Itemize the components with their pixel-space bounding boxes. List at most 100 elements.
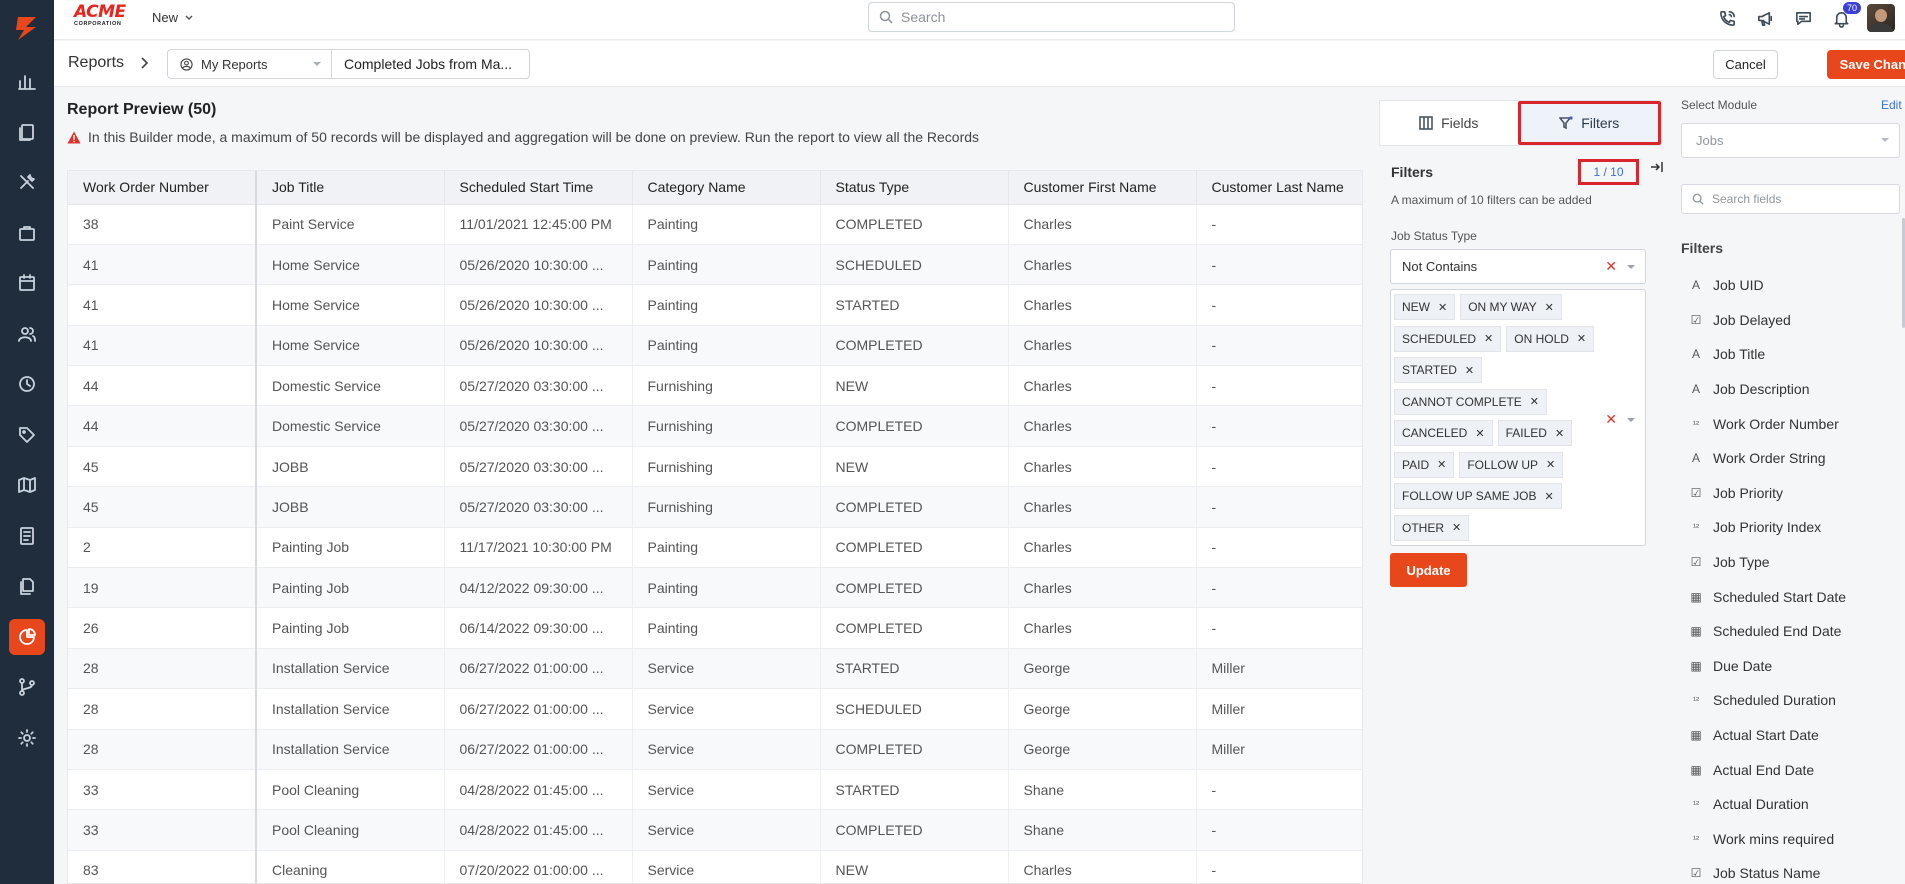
remove-tag-icon[interactable]: ✕ (1452, 521, 1461, 534)
sidebar-item-workflow[interactable] (0, 662, 54, 713)
sidebar-item-calendar[interactable] (0, 258, 54, 309)
table-row[interactable]: 2 Painting Job 11/17/2021 10:30:00 PM Paint… (68, 527, 1362, 569)
table-row[interactable]: 33 Pool Cleaning 04/28/2022 01:45:00 ... Se… (68, 809, 1362, 851)
module-select[interactable]: Jobs (1681, 123, 1900, 158)
remove-tag-icon[interactable]: ✕ (1530, 395, 1539, 408)
notifications-button[interactable]: 70 (1829, 2, 1861, 30)
sidebar-item-tags[interactable] (0, 410, 54, 461)
remove-tag-icon[interactable]: ✕ (1438, 301, 1447, 314)
table-cell: 44 (68, 365, 257, 407)
search-fields-input[interactable] (1712, 192, 1892, 206)
field-list-item[interactable]: ▦ Scheduled Start Date (1681, 579, 1900, 614)
sidebar-item-users[interactable] (0, 309, 54, 360)
field-list-item[interactable]: A Job Description (1681, 372, 1900, 407)
field-search[interactable] (1681, 184, 1900, 214)
table-row[interactable]: 45 JOBB 05/27/2020 03:30:00 ... Furnishing N… (68, 446, 1362, 488)
sidebar-item-clock[interactable] (0, 359, 54, 410)
field-list-item[interactable]: ¹² Job Priority Index (1681, 510, 1900, 545)
app-logo-icon[interactable] (0, 0, 54, 56)
chat-button[interactable] (1791, 6, 1815, 30)
column-header[interactable]: Category Name (632, 171, 821, 205)
remove-tag-icon[interactable]: ✕ (1555, 427, 1564, 440)
table-row[interactable]: 45 JOBB 05/27/2020 03:30:00 ... Furnishing C… (68, 486, 1362, 528)
table-row[interactable]: 26 Painting Job 06/14/2022 09:30:00 ... Pai… (68, 607, 1362, 649)
table-cell: Service (632, 729, 821, 770)
table-row[interactable]: 19 Painting Job 04/12/2022 09:30:00 ... Pai… (68, 567, 1362, 609)
remove-tag-icon[interactable]: ✕ (1577, 332, 1586, 345)
cancel-button[interactable]: Cancel (1713, 50, 1778, 79)
clear-all-icon[interactable]: ✕ (1605, 411, 1617, 428)
sidebar-item-reports[interactable] (0, 612, 54, 663)
table-row[interactable]: 33 Pool Cleaning 04/28/2022 01:45:00 ... Se… (68, 769, 1362, 811)
table-row[interactable]: 41 Home Service 05/26/2020 10:30:00 ... Pai… (68, 284, 1362, 326)
column-header[interactable]: Customer First Name (1008, 171, 1197, 205)
search-input[interactable] (901, 9, 1201, 25)
field-list-item[interactable]: A Work Order String (1681, 441, 1900, 476)
remove-tag-icon[interactable]: ✕ (1545, 301, 1554, 314)
field-list-item[interactable]: A Job UID (1681, 268, 1900, 303)
sidebar-item-map[interactable] (0, 460, 54, 511)
remove-tag-icon[interactable]: ✕ (1544, 490, 1553, 503)
sidebar-item-files[interactable] (0, 561, 54, 612)
chevron-down-icon[interactable] (1627, 265, 1635, 269)
global-search[interactable] (868, 2, 1235, 32)
sidebar-item-tools[interactable] (0, 157, 54, 208)
table-row[interactable]: 28 Installation Service 06/27/2022 01:00:0… (68, 648, 1362, 690)
field-list-item[interactable]: ☑ Job Priority (1681, 476, 1900, 511)
sidebar-item-invoices[interactable] (0, 511, 54, 562)
sidebar-item-briefcase[interactable] (0, 208, 54, 259)
avatar[interactable] (1867, 4, 1895, 32)
collapse-panel-icon[interactable] (1650, 160, 1664, 176)
filter-values-multiselect[interactable]: ✕ NEW ✕ ON MY WAY ✕ SCHEDULED ✕ ON HOLD ✕ STARTE… (1390, 289, 1646, 546)
edit-link[interactable]: Edit (1881, 98, 1902, 112)
table-row[interactable]: 83 Cleaning 07/20/2022 01:00:00 ... Service… (68, 850, 1362, 883)
field-list-item[interactable]: A Job Title (1681, 337, 1900, 372)
column-header[interactable]: Customer Last Name (1196, 171, 1362, 205)
breadcrumb-reports[interactable]: Reports (68, 54, 124, 72)
remove-tag-icon[interactable]: ✕ (1484, 332, 1493, 345)
brand-logo[interactable]: ACME CORPORATION (74, 3, 134, 31)
field-list-item[interactable]: ▦ Actual Start Date (1681, 718, 1900, 753)
clear-icon[interactable]: ✕ (1605, 258, 1617, 275)
field-list-item[interactable]: ¹² Actual Duration (1681, 787, 1900, 822)
update-button[interactable]: Update (1390, 553, 1467, 587)
phone-button[interactable] (1715, 6, 1739, 30)
table-row[interactable]: 44 Domestic Service 05/27/2020 03:30:00 ..… (68, 405, 1362, 447)
table-row[interactable]: 41 Home Service 05/26/2020 10:30:00 ... Pai… (68, 244, 1362, 286)
field-list-item[interactable]: ☑ Job Type (1681, 545, 1900, 580)
column-header[interactable]: Work Order Number (68, 171, 257, 205)
filter-operator-select[interactable]: Not Contains ✕ (1390, 249, 1646, 284)
table-row[interactable]: 44 Domestic Service 05/27/2020 03:30:00 ..… (68, 365, 1362, 407)
table-row[interactable]: 28 Installation Service 06/27/2022 01:00:0… (68, 688, 1362, 730)
table-cell: 38 (68, 204, 257, 245)
remove-tag-icon[interactable]: ✕ (1437, 458, 1446, 471)
new-menu[interactable]: New (152, 10, 194, 25)
column-header[interactable]: Status Type (820, 171, 1009, 205)
tab-fields[interactable]: Fields (1380, 101, 1518, 145)
field-list-item[interactable]: ☑ Job Delayed (1681, 303, 1900, 338)
column-header[interactable]: Scheduled Start Time (444, 171, 633, 205)
table-row[interactable]: 41 Home Service 05/26/2020 10:30:00 ... Pai… (68, 325, 1362, 367)
remove-tag-icon[interactable]: ✕ (1475, 427, 1484, 440)
field-list-item[interactable]: ▦ Actual End Date (1681, 752, 1900, 787)
report-folder-select[interactable]: My Reports (167, 49, 332, 79)
field-list-item[interactable]: ▦ Due Date (1681, 649, 1900, 684)
table-row[interactable]: 28 Installation Service 06/27/2022 01:00:0… (68, 729, 1362, 770)
field-list-item[interactable]: ¹² Work mins required (1681, 822, 1900, 857)
announcements-button[interactable] (1753, 6, 1777, 30)
sidebar-item-dashboard[interactable] (0, 56, 54, 107)
column-header[interactable]: Job Title (256, 171, 445, 205)
report-name-field[interactable]: Completed Jobs from Ma... (331, 49, 530, 79)
field-list-item[interactable]: ¹² Work Order Number (1681, 406, 1900, 441)
field-list-item[interactable]: ¹² Scheduled Duration (1681, 683, 1900, 718)
chevron-down-icon[interactable] (1627, 418, 1635, 422)
remove-tag-icon[interactable]: ✕ (1546, 458, 1555, 471)
field-list-item[interactable]: ☑ Job Status Name (1681, 856, 1900, 884)
sidebar-item-documents[interactable] (0, 107, 54, 158)
tab-filters[interactable]: Filters (1517, 101, 1661, 145)
field-list-item[interactable]: ▦ Scheduled End Date (1681, 614, 1900, 649)
sidebar-item-settings[interactable] (0, 713, 54, 764)
remove-tag-icon[interactable]: ✕ (1465, 364, 1474, 377)
table-row[interactable]: 38 Paint Service 11/01/2021 12:45:00 PM Pai… (68, 204, 1362, 245)
save-changes-button[interactable]: Save Changes (1827, 50, 1905, 79)
